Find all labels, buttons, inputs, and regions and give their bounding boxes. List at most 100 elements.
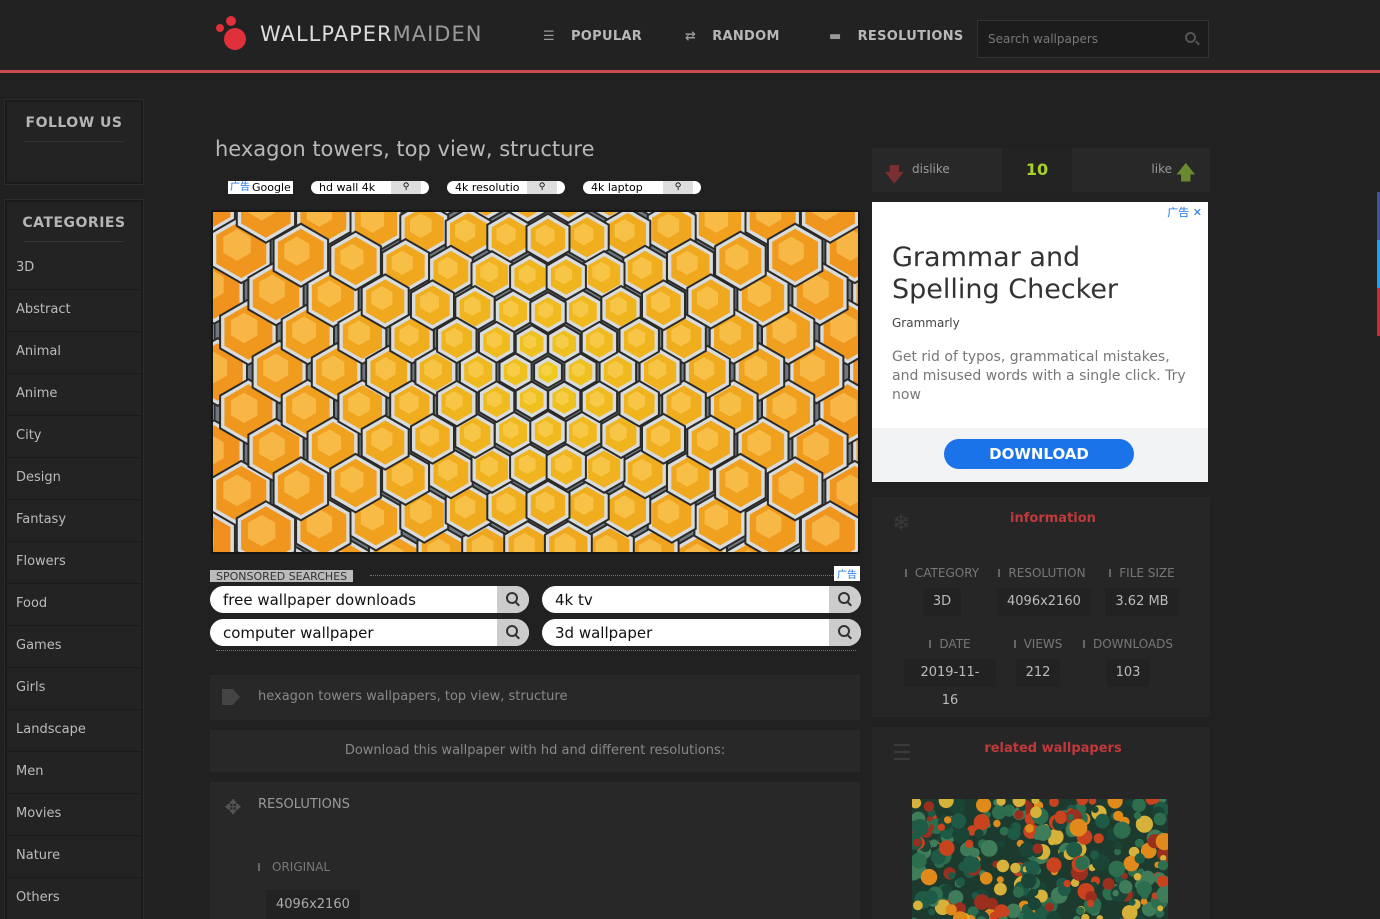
divider [370,575,840,576]
site-logo[interactable]: WALLPAPERMAIDEN [212,14,482,54]
download-info: Download this wallpaper with hd and diff… [210,730,860,772]
autumn-forest-thumbnail [912,799,1168,919]
related-wallpaper-thumbnail[interactable] [912,799,1168,919]
info-resolution: RESOLUTION 4096x2160 [997,566,1091,616]
category-item[interactable]: Abstract [7,290,141,332]
search-icon[interactable] [1185,32,1196,43]
related-wallpapers-panel: ☰ related wallpapers [872,727,1210,919]
info-downloads: DOWNLOADS 103 [1080,637,1176,687]
wallpaper-image[interactable] [211,210,860,554]
category-item[interactable]: Food [7,584,141,626]
search-icon[interactable] [829,619,861,646]
category-item[interactable]: Flowers [7,542,141,584]
category-item[interactable]: 3D [7,248,141,290]
nav-popular[interactable]: ☰ POPULAR [543,29,642,44]
ad-chip-label: 4k laptop [591,181,643,194]
search-icon: ⚲ [663,181,693,194]
follow-us-title: FOLLOW US [25,115,123,131]
ad-chip[interactable]: 4k laptop ⚲ [583,181,701,194]
divider [216,650,856,651]
tag-icon [222,689,240,705]
info-category: CATEGORY 3D [902,566,982,616]
google-label: Google [252,181,291,194]
search-icon[interactable] [497,586,529,613]
search-icon: ⚲ [391,181,421,194]
tags-text[interactable]: hexagon towers wallpapers, top view, str… [258,689,567,704]
divider [24,241,124,242]
search-icon[interactable] [497,619,529,646]
site-header: WALLPAPERMAIDEN ☰ POPULAR ⇄ RANDOM ▬ RES… [0,0,1380,73]
nav-random[interactable]: ⇄ RANDOM [685,29,780,44]
category-value[interactable]: 3D [922,588,962,616]
ad-headline[interactable]: Grammar and Spelling Checker [892,242,1192,306]
ad-brand: Grammarly [892,316,960,330]
ad-choices-mark[interactable]: 广告 ✕ [1167,204,1202,220]
date-value: 2019-11-16 [904,659,996,708]
ad-chip-label: hd wall 4k [319,181,376,194]
sponsored-search-pill[interactable]: computer wallpaper [210,619,529,646]
close-icon[interactable]: ✕ [1193,206,1202,219]
dislike-button[interactable]: 🡇 dislike [872,148,1002,192]
resolutions-section: ✥ RESOLUTIONS ORIGINAL 4096x2160 [210,782,860,919]
ad-search-chips: 广告 Google hd wall 4k ⚲ 4k resolutio ⚲ 4k… [228,181,719,194]
shuffle-icon: ⇄ [685,29,697,44]
logo-text-part2: MAIDEN [392,22,483,46]
category-item[interactable]: Design [7,458,141,500]
original-label: ORIGINAL [258,860,330,874]
categories-panel: CATEGORIES 3D Abstract Animal Anime City… [5,200,143,919]
category-label: CATEGORY [902,566,982,580]
category-item[interactable]: Animal [7,332,141,374]
search-input[interactable] [978,21,1178,57]
follow-us-panel: FOLLOW US [5,100,143,184]
ad-chip[interactable]: hd wall 4k ⚲ [311,181,429,194]
ad-chip[interactable]: 4k resolutio ⚲ [447,181,565,194]
ad-description: Get rid of typos, grammatical mistakes, … [892,349,1186,403]
like-label: like [1151,162,1172,176]
sponsored-search-label: free wallpaper downloads [223,591,416,609]
information-panel: ❄ information CATEGORY 3D RESOLUTION 409… [872,497,1210,717]
tags-bar: hexagon towers wallpapers, top view, str… [210,675,860,720]
nav-resolutions-label: RESOLUTIONS [857,29,964,44]
original-resolution-link[interactable]: 4096x2160 [266,890,360,919]
related-title: related wallpapers [984,741,1122,756]
search-box [977,20,1209,58]
information-title: information [1010,511,1096,526]
views-label: VIEWS [1007,637,1069,651]
page-title: hexagon towers, top view, structure [215,137,595,161]
category-item[interactable]: Movies [7,794,141,836]
sponsored-search-pill[interactable]: 3d wallpaper [542,619,861,646]
date-label: DATE [904,637,996,651]
category-item[interactable]: Landscape [7,710,141,752]
sponsored-searches: SPONSORED SEARCHES 广告 free wallpaper dow… [210,564,861,654]
google-ad-chip[interactable]: 广告 Google [228,181,293,194]
nav-random-label: RANDOM [712,29,780,44]
category-item[interactable]: Anime [7,374,141,416]
category-item[interactable]: City [7,416,141,458]
ad-label: 广告 [230,182,250,193]
folder-icon: ▬ [829,29,842,44]
arrow-up-icon: 🡅 [1175,160,1196,184]
vote-bar: 🡇 dislike 10 like 🡅 [872,148,1210,192]
nav-resolutions[interactable]: ▬ RESOLUTIONS [829,29,964,44]
resolution-value: 4096x2160 [997,588,1091,616]
search-icon[interactable] [829,586,861,613]
search-icon: ⚲ [527,181,557,194]
category-item[interactable]: Nature [7,836,141,878]
category-item[interactable]: Girls [7,668,141,710]
advertisement[interactable]: 广告 ✕ Grammar and Spelling Checker Gramma… [872,202,1208,482]
ad-download-button[interactable]: DOWNLOAD [944,439,1134,469]
category-item[interactable]: Others [7,878,141,919]
category-item[interactable]: Fantasy [7,500,141,542]
dislike-label: dislike [912,162,950,176]
category-item[interactable]: Games [7,626,141,668]
ad-mark[interactable]: 广告 [834,566,860,581]
sponsored-search-pill[interactable]: free wallpaper downloads [210,586,529,613]
nav-popular-label: POPULAR [570,29,643,44]
info-views: VIEWS 212 [1007,637,1069,687]
categories-title: CATEGORIES [22,215,126,231]
sponsored-search-pill[interactable]: 4k tv [542,586,861,613]
sponsored-search-label: computer wallpaper [223,624,374,642]
logo-text-part1: WALLPAPER [260,22,393,46]
category-item[interactable]: Men [7,752,141,794]
sponsored-search-label: 4k tv [555,591,593,609]
